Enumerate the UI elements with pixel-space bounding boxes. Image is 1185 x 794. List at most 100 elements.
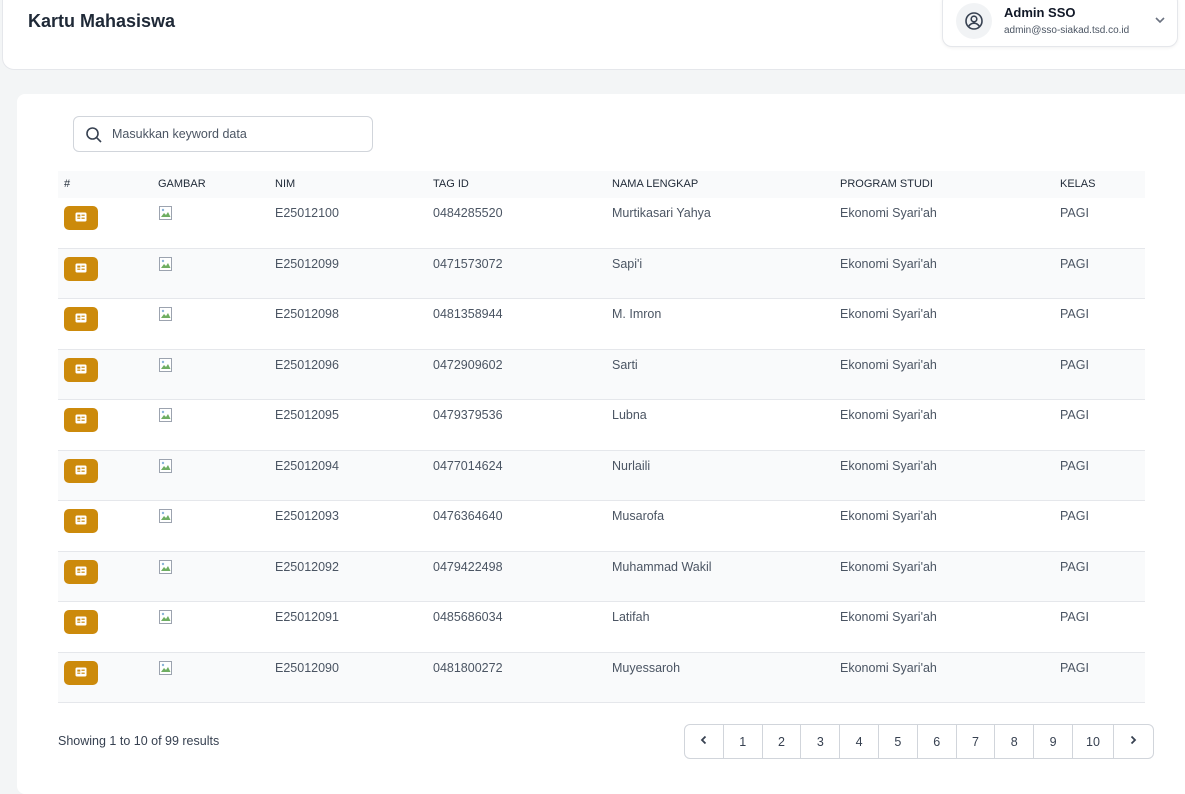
user-name: Admin SSO (1004, 5, 1076, 20)
print-card-button[interactable] (64, 660, 98, 685)
cell-kelas: PAGI (1060, 458, 1089, 473)
cell-nim: E25012098 (275, 307, 339, 321)
id-card-icon (75, 563, 87, 581)
cell-program-studi: Ekonomi Syari'ah (840, 307, 937, 321)
cell-nim: E25012093 (275, 509, 339, 523)
pagination-page-6[interactable]: 6 (918, 725, 957, 758)
cell-tag-id: 0479422498 (433, 559, 503, 574)
cell-nama-lengkap: Murtikasari Yahya (612, 206, 711, 220)
id-card-icon (75, 260, 87, 278)
cell-kelas: PAGI (1060, 357, 1089, 372)
cell-kelas: PAGI (1060, 256, 1089, 271)
pagination-next-button[interactable] (1114, 725, 1153, 758)
pagination-page-7[interactable]: 7 (957, 725, 996, 758)
table-row: E25012091 0485686034 Latifah Ekonomi Syari'… (58, 602, 1145, 653)
main-content: # GAMBAR NIM TAG ID NAMA LENGKAP PROGRAM… (17, 94, 1185, 794)
print-card-button[interactable] (64, 307, 98, 331)
print-card-button[interactable] (64, 610, 98, 634)
print-card-button[interactable] (64, 256, 98, 281)
broken-image-icon (158, 205, 174, 221)
user-avatar-icon (956, 3, 992, 39)
print-card-button[interactable] (64, 206, 98, 230)
cell-nama-lengkap: Muhammad Wakil (612, 559, 712, 574)
cell-nama-lengkap: Muyessaroh (612, 660, 681, 675)
pagination-page-10[interactable]: 10 (1073, 725, 1114, 758)
cell-tag-id: 0471573072 (433, 256, 503, 271)
id-card-icon (75, 462, 87, 480)
id-card-icon (75, 613, 87, 631)
column-header-nama-lengkap: NAMA LENGKAP (612, 178, 699, 190)
cell-program-studi: Ekonomi Syari'ah (840, 509, 937, 523)
cell-kelas: PAGI (1060, 206, 1089, 220)
cell-nama-lengkap: M. Imron (612, 307, 662, 321)
user-email: admin@sso-siakad.tsd.co.id (1004, 25, 1130, 36)
pagination-page-2[interactable]: 2 (763, 725, 802, 758)
cell-nim: E25012090 (275, 660, 339, 675)
search-box[interactable] (73, 116, 373, 152)
broken-image-icon (158, 357, 174, 373)
table-body: E25012100 0484285520 Murtikasari Yahya Ekon… (58, 198, 1145, 703)
broken-image-icon (158, 306, 174, 322)
print-card-button[interactable] (64, 559, 98, 584)
table-header: # GAMBAR NIM TAG ID NAMA LENGKAP PROGRAM… (58, 171, 1145, 198)
search-input[interactable] (112, 117, 367, 151)
id-card-icon (75, 411, 87, 429)
cell-nama-lengkap: Sapi'i (612, 256, 643, 271)
broken-image-icon (158, 407, 174, 423)
cell-nama-lengkap: Latifah (612, 610, 650, 624)
print-card-button[interactable] (64, 458, 98, 483)
cell-nama-lengkap: Musarofa (612, 509, 665, 523)
pagination-page-4[interactable]: 4 (840, 725, 879, 758)
column-header-program-studi: PROGRAM STUDI (840, 178, 933, 190)
cell-tag-id: 0485686034 (433, 610, 503, 624)
table-row: E25012096 0472909602 Sarti Ekonomi Syari'ah… (58, 349, 1145, 400)
cell-kelas: PAGI (1060, 660, 1089, 675)
cell-program-studi: Ekonomi Syari'ah (840, 256, 937, 271)
cell-tag-id: 0484285520 (433, 206, 503, 220)
pagination-page-8[interactable]: 8 (995, 725, 1035, 758)
id-card-icon (75, 512, 87, 530)
cell-nim: E25012100 (275, 206, 339, 220)
cell-kelas: PAGI (1060, 509, 1089, 523)
column-header-kelas: KELAS (1060, 178, 1096, 190)
column-header-gambar: GAMBAR (158, 178, 206, 190)
cell-program-studi: Ekonomi Syari'ah (840, 660, 937, 675)
print-card-button[interactable] (64, 357, 98, 382)
cell-nim: E25012094 (275, 458, 339, 473)
broken-image-icon (158, 508, 174, 524)
cell-kelas: PAGI (1060, 610, 1089, 624)
id-card-icon (75, 209, 87, 227)
print-card-button[interactable] (64, 509, 98, 533)
user-menu[interactable]: Admin SSO admin@sso-siakad.tsd.co.id (942, 0, 1178, 47)
pagination-page-5[interactable]: 5 (879, 725, 918, 758)
table-row: E25012092 0479422498 Muhammad Wakil Ekonomi… (58, 551, 1145, 602)
chevron-down-icon[interactable] (1153, 13, 1167, 27)
cell-kelas: PAGI (1060, 559, 1089, 574)
cell-program-studi: Ekonomi Syari'ah (840, 458, 937, 473)
table-row: E25012100 0484285520 Murtikasari Yahya Ekon… (58, 198, 1145, 249)
id-card-icon (75, 310, 87, 328)
pagination-page-1[interactable]: 1 (724, 725, 763, 758)
column-header-number: # (64, 178, 71, 190)
id-card-icon (75, 664, 87, 682)
cell-tag-id: 0472909602 (433, 357, 503, 372)
table-row: E25012093 0476364640 Musarofa Ekonomi Syari… (58, 501, 1145, 552)
cell-program-studi: Ekonomi Syari'ah (840, 408, 937, 422)
students-table: # GAMBAR NIM TAG ID NAMA LENGKAP PROGRAM… (58, 171, 1145, 703)
cell-kelas: PAGI (1060, 307, 1089, 321)
broken-image-icon (158, 660, 174, 676)
column-header-nim: NIM (275, 178, 296, 190)
pagination-page-9[interactable]: 9 (1034, 725, 1073, 758)
cell-nim: E25012095 (275, 408, 339, 422)
page-title: Kartu Mahasiswa (28, 11, 176, 31)
table-row: E25012090 0481800272 Muyessaroh Ekonomi Sya… (58, 652, 1145, 703)
pagination-prev-button[interactable] (685, 725, 724, 758)
pagination-page-3[interactable]: 3 (801, 725, 841, 758)
id-card-icon (75, 361, 87, 379)
print-card-button[interactable] (64, 408, 98, 432)
cell-nim: E25012099 (275, 256, 339, 271)
results-summary: Showing 1 to 10 of 99 results (58, 734, 220, 748)
table-row: E25012098 0481358944 M. Imron Ekonomi Syari… (58, 299, 1145, 350)
cell-nim: E25012091 (275, 610, 339, 624)
cell-tag-id: 0481358944 (433, 307, 503, 321)
